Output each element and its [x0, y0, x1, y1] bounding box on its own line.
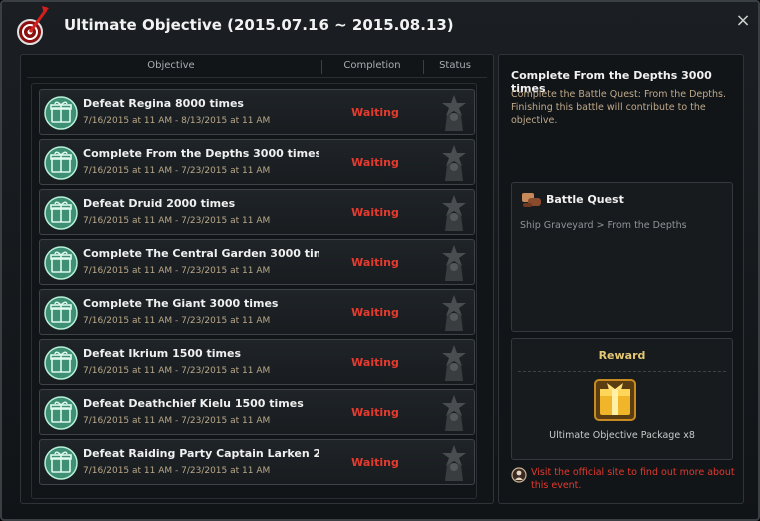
objective-row[interactable]: Complete From the Depths 3000 times 7/16/… — [39, 139, 475, 185]
gift-icon — [44, 396, 78, 430]
gift-icon — [44, 146, 78, 180]
objective-title: Defeat Druid 2000 times — [83, 197, 236, 210]
statue-icon — [436, 93, 472, 133]
column-header-objective: Objective — [147, 60, 195, 71]
statue-icon — [436, 443, 472, 483]
objective-row[interactable]: Defeat Deathchief Kielu 1500 times 7/16/2… — [39, 389, 475, 435]
objective-list-panel: Objective Completion Status Defeat Regin… — [20, 54, 494, 504]
objective-row[interactable]: Complete The Giant 3000 times 7/16/2015 a… — [39, 289, 475, 335]
column-header-status: Status — [439, 60, 471, 71]
completion-status: Waiting — [351, 256, 399, 269]
target-badge-icon — [17, 6, 49, 45]
objective-title: Defeat Deathchief Kielu 1500 times — [83, 397, 304, 410]
objective-title: Complete From the Depths 3000 times — [83, 147, 319, 160]
ultimate-objective-window: Ultimate Objective (2015.07.16 ~ 2015.08… — [0, 0, 760, 521]
gift-icon — [44, 96, 78, 130]
reward-item-name: Ultimate Objective Package x8 — [549, 430, 695, 441]
completion-status: Waiting — [351, 356, 399, 369]
statue-icon — [436, 193, 472, 233]
objective-date-range: 7/16/2015 at 11 AM - 7/23/2015 at 11 AM — [83, 266, 271, 276]
objective-title: Defeat Regina 8000 times — [83, 97, 244, 110]
statue-icon — [436, 343, 472, 383]
statue-icon — [436, 293, 472, 333]
completion-status: Waiting — [351, 156, 399, 169]
objective-date-range: 7/16/2015 at 11 AM - 8/13/2015 at 11 AM — [83, 116, 271, 126]
objective-date-range: 7/16/2015 at 11 AM - 7/23/2015 at 11 AM — [83, 166, 271, 176]
completion-status: Waiting — [351, 106, 399, 119]
column-header-completion: Completion — [343, 60, 401, 71]
objective-title: Complete The Giant 3000 times — [83, 297, 279, 310]
statue-icon — [436, 243, 472, 283]
gift-icon — [44, 296, 78, 330]
objective-date-range: 7/16/2015 at 11 AM - 7/23/2015 at 11 AM — [83, 416, 271, 426]
completion-status: Waiting — [351, 456, 399, 469]
objective-row[interactable]: Defeat Druid 2000 times 7/16/2015 at 11 A… — [39, 189, 475, 235]
objective-row[interactable]: Defeat Regina 8000 times 7/16/2015 at 11 … — [39, 89, 475, 135]
objective-row[interactable]: Defeat Ikrium 1500 times 7/16/2015 at 11 … — [39, 339, 475, 385]
battle-quest-box: Battle Quest Ship Graveyard > From the D… — [511, 182, 733, 332]
objective-row[interactable]: Complete The Central Garden 3000 times 7/… — [39, 239, 475, 285]
completion-status: Waiting — [351, 206, 399, 219]
objective-detail-panel: Complete From the Depths 3000 times Comp… — [498, 54, 744, 504]
quest-type-label: Battle Quest — [546, 193, 624, 206]
completion-status: Waiting — [351, 306, 399, 319]
objective-date-range: 7/16/2015 at 11 AM - 7/23/2015 at 11 AM — [83, 466, 271, 476]
gift-icon — [44, 346, 78, 380]
objective-row[interactable]: Defeat Raiding Party Captain Larken 2000… — [39, 439, 475, 485]
info-seal-icon — [511, 467, 527, 483]
completion-status: Waiting — [351, 406, 399, 419]
reward-divider — [518, 371, 726, 372]
gift-icon — [44, 246, 78, 280]
detail-description: Complete the Battle Quest: From the Dept… — [511, 89, 727, 126]
objective-date-range: 7/16/2015 at 11 AM - 7/23/2015 at 11 AM — [83, 366, 271, 376]
objective-title: Complete The Central Garden 3000 times — [83, 247, 319, 260]
scroll-hand-icon — [522, 193, 541, 207]
gift-icon — [44, 446, 78, 480]
objective-title: Defeat Raiding Party Captain Larken 2000… — [83, 447, 319, 460]
header-divider — [27, 77, 487, 78]
quest-path: Ship Graveyard > From the Depths — [520, 220, 687, 231]
golden-package-icon[interactable] — [594, 379, 636, 421]
statue-icon — [436, 143, 472, 183]
objective-title: Defeat Ikrium 1500 times — [83, 347, 242, 360]
objective-date-range: 7/16/2015 at 11 AM - 7/23/2015 at 11 AM — [83, 216, 271, 226]
objective-list: Defeat Regina 8000 times 7/16/2015 at 11 … — [31, 83, 477, 499]
statue-icon — [436, 393, 472, 433]
close-button[interactable]: × — [734, 12, 752, 30]
reward-box: Reward Ultimate Objective Package x8 — [511, 338, 733, 460]
reward-title: Reward — [598, 349, 646, 362]
window-title: Ultimate Objective (2015.07.16 ~ 2015.08… — [64, 16, 454, 34]
objective-date-range: 7/16/2015 at 11 AM - 7/23/2015 at 11 AM — [83, 316, 271, 326]
gift-icon — [44, 196, 78, 230]
official-site-link[interactable]: Visit the official site to find out more… — [531, 466, 737, 492]
